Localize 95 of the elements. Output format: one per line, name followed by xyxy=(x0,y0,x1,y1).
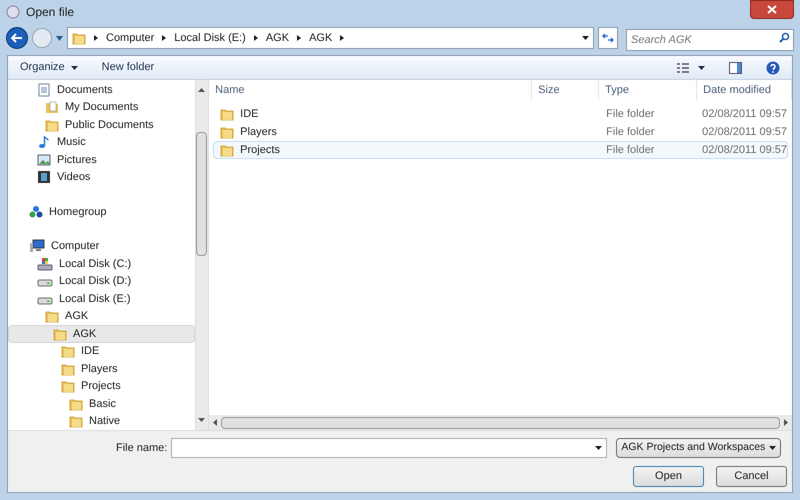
tree-item[interactable]: Native xyxy=(8,412,195,430)
tree-item[interactable]: AGK xyxy=(8,308,195,325)
close-button[interactable] xyxy=(750,0,794,19)
scroll-down-icon[interactable] xyxy=(198,418,206,422)
file-type: File folder xyxy=(605,106,656,122)
address-bar[interactable]: Computer Local Disk (E:) AGK AGK xyxy=(67,27,594,49)
file-type: File folder xyxy=(605,142,656,158)
breadcrumb[interactable]: Local Disk (E:) xyxy=(174,30,246,46)
tree-item[interactable]: Homegroup xyxy=(8,203,195,220)
breadcrumb[interactable]: AGK xyxy=(309,30,332,46)
homegroup-icon xyxy=(29,204,43,219)
caret-icon[interactable] xyxy=(698,66,705,70)
film-icon xyxy=(37,170,51,184)
document-icon xyxy=(37,82,51,97)
app-icon xyxy=(6,5,20,19)
field-label: File name: xyxy=(116,440,168,456)
file-row[interactable]: Players File folder 02/08/2011 09:57 xyxy=(213,123,788,141)
file-row[interactable]: IDE File folder 02/08/2011 09:57 xyxy=(213,105,788,123)
chevron-icon xyxy=(162,35,166,41)
folder-icon xyxy=(61,362,75,376)
folder-document-icon xyxy=(45,100,59,114)
refresh-arrows-icon xyxy=(602,33,614,43)
back-arrow-icon xyxy=(11,33,23,43)
toolbar-button[interactable]: New folder xyxy=(102,59,154,76)
tree-item[interactable]: Local Disk (C:) xyxy=(8,255,195,272)
dropdown-icon xyxy=(595,446,602,450)
computer-icon xyxy=(29,239,45,254)
file-date: 02/08/2011 09:57 xyxy=(701,124,787,140)
tree-item[interactable]: Pictures xyxy=(8,151,195,168)
file-row[interactable]: Projects File folder 02/08/2011 09:57 xyxy=(213,141,788,159)
view-list-icon[interactable] xyxy=(676,62,690,74)
caret-icon xyxy=(70,66,78,70)
tree-item[interactable]: Videos xyxy=(8,168,195,186)
column-header[interactable]: Type xyxy=(599,80,698,100)
folder-icon xyxy=(220,143,234,157)
tree-item[interactable]: My Documents xyxy=(8,98,195,116)
tree-item[interactable]: Computer xyxy=(8,238,195,255)
system-drive-icon xyxy=(37,256,53,271)
chevron-icon xyxy=(94,35,98,41)
chevron-icon xyxy=(297,35,302,41)
column-header[interactable]: Date modified xyxy=(697,80,792,100)
file-type: File folder xyxy=(605,124,656,140)
file-name-field[interactable] xyxy=(171,438,608,458)
tree-item[interactable]: Local Disk (E:) xyxy=(8,290,195,308)
folder-icon xyxy=(72,31,86,45)
dialog-button[interactable]: Cancel xyxy=(716,466,787,487)
breadcrumb[interactable]: AGK xyxy=(266,30,290,46)
folder-icon xyxy=(220,125,234,139)
file-name: IDE xyxy=(240,106,259,122)
music-note-icon xyxy=(37,135,51,150)
help-icon[interactable] xyxy=(766,60,780,74)
search-icon xyxy=(779,32,790,43)
tree-item[interactable]: Projects xyxy=(8,378,195,395)
column-header[interactable]: Size xyxy=(532,80,600,100)
refresh-button[interactable] xyxy=(598,27,618,49)
file-date: 02/08/2011 09:57 xyxy=(701,106,787,122)
toolbar-button[interactable]: Organize xyxy=(20,59,78,76)
tree-item[interactable]: Documents xyxy=(8,81,195,98)
scroll-right-icon[interactable] xyxy=(784,419,788,426)
breadcrumb[interactable]: Computer xyxy=(106,30,154,46)
folder-icon xyxy=(220,107,234,121)
caret-icon xyxy=(769,446,776,450)
scrollbar[interactable] xyxy=(194,80,208,430)
folder-icon xyxy=(45,309,59,324)
column-header[interactable]: Name xyxy=(209,80,532,100)
folder-icon xyxy=(69,414,83,428)
tree-item[interactable]: Players xyxy=(8,360,195,378)
window-title: Open file xyxy=(26,4,74,21)
folder-icon xyxy=(69,396,83,411)
tree-item[interactable]: Public Documents xyxy=(8,116,195,134)
search-field[interactable]: Search AGK xyxy=(626,29,794,51)
dialog-button[interactable]: Open xyxy=(633,466,704,487)
chevron-icon xyxy=(340,35,344,41)
dropdown-icon[interactable] xyxy=(582,36,589,40)
tree-item[interactable]: AGK xyxy=(8,325,195,342)
tree-item[interactable]: Basic xyxy=(8,395,195,412)
folder-icon xyxy=(61,379,75,394)
folder-icon xyxy=(53,326,67,341)
tree-item[interactable]: Local Disk (D:) xyxy=(8,272,195,290)
tree-item[interactable]: Music xyxy=(8,134,195,151)
filter-dropdown[interactable]: AGK Projects and Workspaces xyxy=(616,438,782,458)
back-button[interactable] xyxy=(6,27,28,49)
picture-icon xyxy=(37,152,51,167)
file-name: Projects xyxy=(240,142,280,158)
scroll-up-icon[interactable] xyxy=(198,88,206,92)
file-name: Players xyxy=(240,124,277,140)
tree-item[interactable]: IDE xyxy=(8,342,195,360)
scroll-left-icon[interactable] xyxy=(213,419,218,426)
preview-pane-icon[interactable] xyxy=(729,62,742,74)
folder-icon xyxy=(45,118,59,132)
close-icon xyxy=(767,5,777,14)
folder-icon xyxy=(61,344,75,358)
file-date: 02/08/2011 09:57 xyxy=(701,142,787,158)
chevron-icon xyxy=(254,35,258,41)
horizontal-scrollbar[interactable] xyxy=(209,415,792,430)
